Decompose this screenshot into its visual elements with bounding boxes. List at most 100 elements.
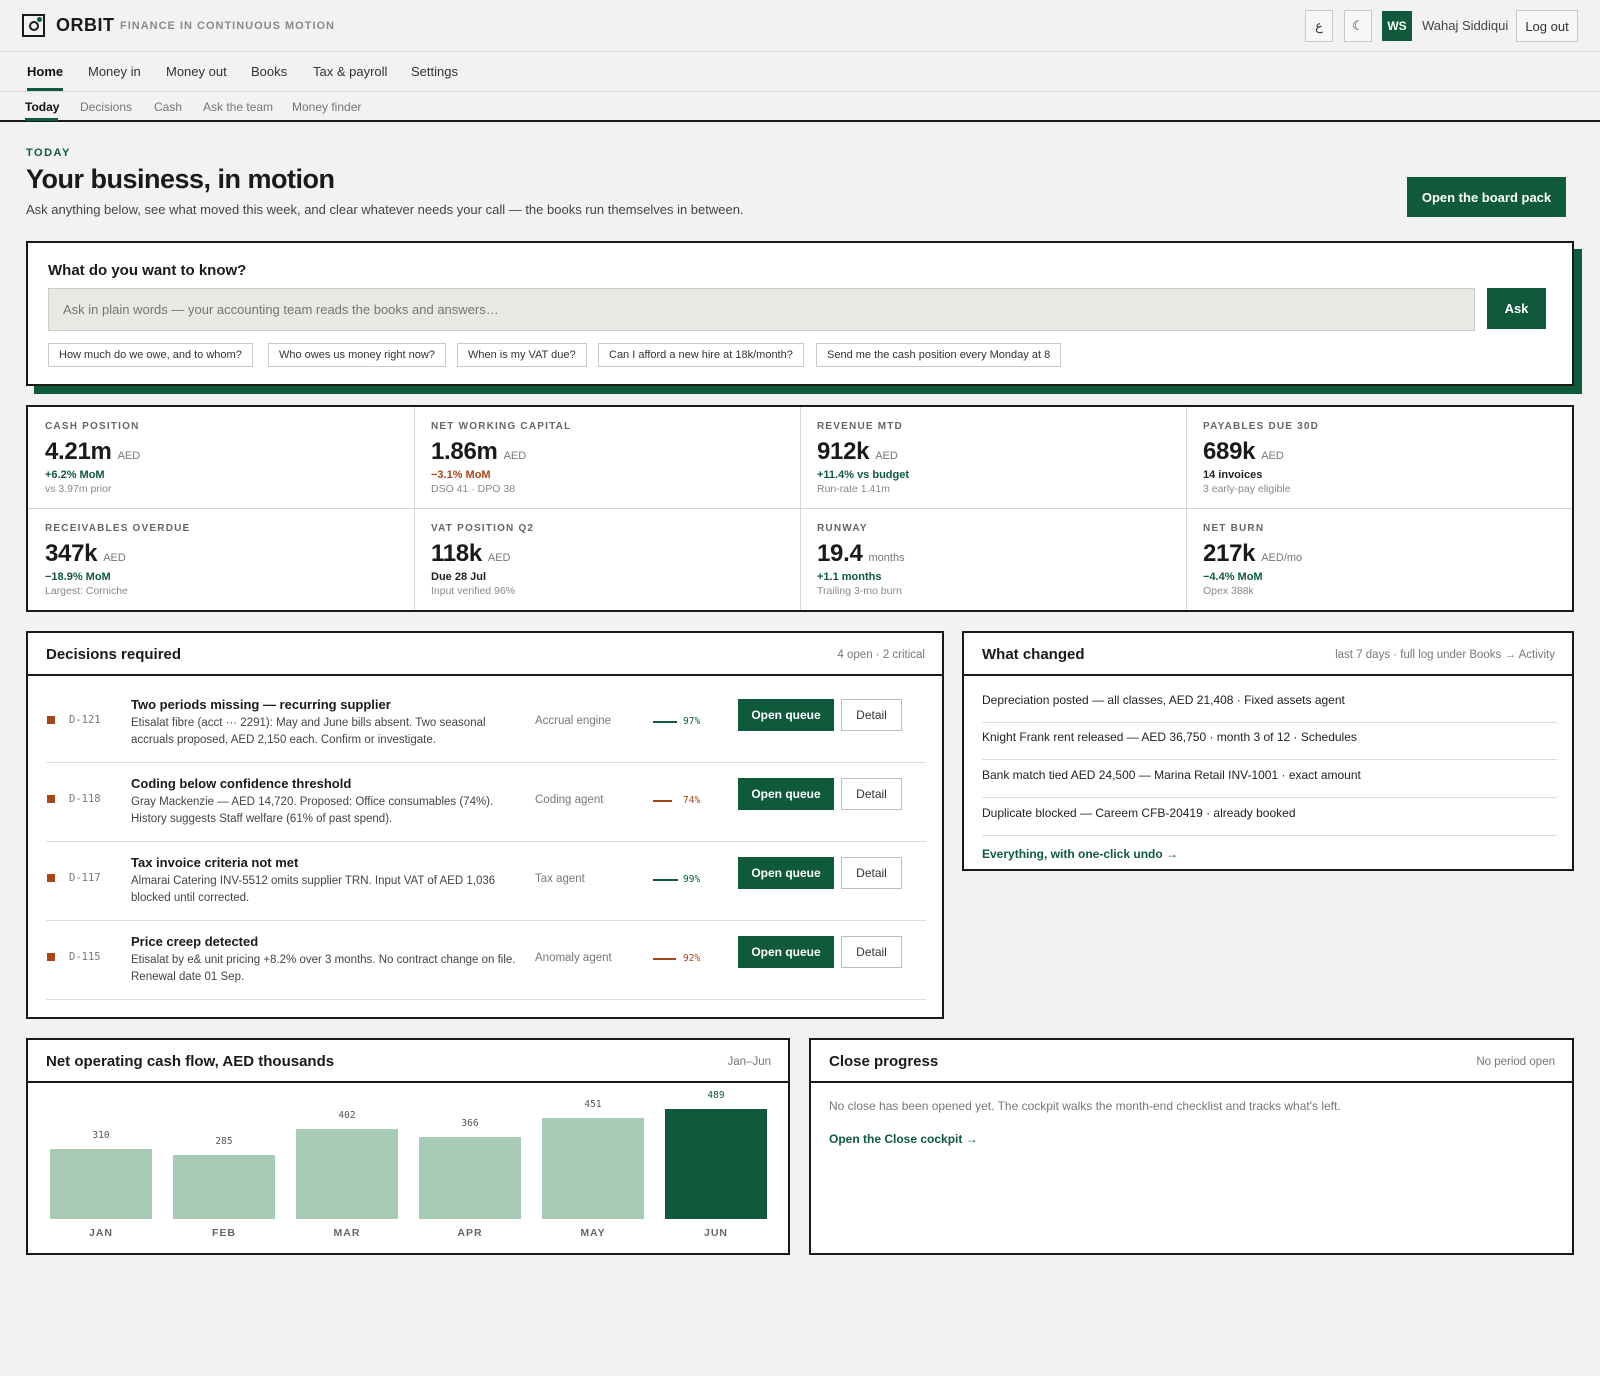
kpi-value: 118k [431,540,482,567]
decision-title: Coding below confidence threshold [131,776,352,791]
kpi-label: RUNWAY [817,523,868,534]
kpi-note: Trailing 3-mo burn [817,585,902,597]
kpi-cash-position[interactable]: CASH POSITION 4.21m AED +6.2% MoM vs 3.97… [28,407,414,508]
chart-bar-mar [296,1129,398,1219]
kpi-note: Largest: Corniche [45,585,128,597]
suggestion-chip[interactable]: How much do we owe, and to whom? [48,343,253,367]
decisions-title: Decisions required [46,646,182,663]
chart-bar-value: 285 [215,1136,233,1147]
suggestion-chip[interactable]: Can I afford a new hire at 18k/month? [598,343,804,367]
kpi-unit: AED [1261,450,1284,462]
what-changed-header: What changed last 7 days · full log unde… [964,633,1572,676]
open-queue-button[interactable]: Open queue [738,857,834,889]
decision-row: D-121 Two periods missing — recurring su… [46,684,926,763]
subnav-item-cash[interactable]: Cash [154,100,182,114]
kpi-value: 912k [817,438,870,465]
confidence-value: 92% [683,953,701,964]
kpi-net-burn[interactable]: NET BURN 217k AED/mo −4.4% MoM Opex 388k [1186,509,1572,610]
kpi-delta: +1.1 months [817,571,882,583]
ask-button[interactable]: Ask [1487,288,1546,329]
nav-item-tax-payroll[interactable]: Tax & payroll [313,64,387,79]
kpi-label: REVENUE MTD [817,421,903,432]
kpi-unit: AED [503,450,527,462]
open-queue-button[interactable]: Open queue [738,778,834,810]
kpi-unit: AED [117,450,141,462]
open-close-cockpit-link[interactable]: Open the Close cockpit → [829,1132,978,1146]
decisions-header: Decisions required 4 open · 2 critical [28,633,942,676]
kpi-value: 4.21m [45,438,112,465]
change-item: Knight Frank rent released — AED 36,750 … [982,722,1557,760]
kpi-grid: CASH POSITION 4.21m AED +6.2% MoM vs 3.97… [26,405,1574,612]
decision-title: Tax invoice criteria not met [131,855,299,870]
subnav-active-indicator [25,118,58,121]
kpi-label: PAYABLES DUE 30D [1203,421,1320,432]
chart-bar-apr [419,1137,521,1219]
confidence-value: 97% [683,716,701,727]
kpi-revenue-mtd[interactable]: REVENUE MTD 912k AED +11.4% vs budget Run… [800,407,1186,508]
top-bar: ORBIT FINANCE IN CONTINUOUS MOTION ع ☾ W… [0,0,1600,52]
open-queue-button[interactable]: Open queue [738,699,834,731]
kpi-label: NET BURN [1203,523,1265,534]
decision-agent: Anomaly agent [535,952,612,964]
ask-input[interactable] [48,288,1475,331]
kpi-unit: AED [103,552,126,564]
kpi-vat-position[interactable]: VAT POSITION Q2 118k AED Due 28 Jul Input… [414,509,800,610]
detail-button[interactable]: Detail [841,699,902,731]
detail-button[interactable]: Detail [841,857,902,889]
chart-bar-value: 451 [584,1099,602,1110]
confidence-bar [653,721,677,723]
subnav-item-ask-the-team[interactable]: Ask the team [203,100,273,114]
decision-agent: Tax agent [535,873,585,885]
suggestion-chip[interactable]: Send me the cash position every Monday a… [816,343,1062,367]
decision-description: Etisalat by e& unit pricing +8.2% over 3… [131,954,516,983]
undo-log-link[interactable]: Everything, with one-click undo → [982,847,1178,861]
nav-item-books[interactable]: Books [251,64,287,79]
decision-row: D-117 Tax invoice criteria not met Almar… [46,842,926,921]
kpi-label: RECEIVABLES OVERDUE [45,523,191,534]
chart-bar-feb [173,1155,275,1219]
kpi-value: 217k [1203,540,1256,567]
page-title: Your business, in motion [26,164,335,194]
kpi-unit: months [868,552,905,564]
brand-tagline: FINANCE IN CONTINUOUS MOTION [120,20,335,32]
cashflow-chart-panel: Net operating cash flow, AED thousands J… [26,1038,790,1255]
critical-marker-icon [47,716,55,724]
critical-marker-icon [47,795,55,803]
cashflow-title: Net operating cash flow, AED thousands [46,1053,335,1070]
open-board-pack-button[interactable]: Open the board pack [1407,177,1566,217]
avatar[interactable]: WS [1382,11,1412,41]
subnav-item-today[interactable]: Today [25,100,59,114]
kpi-runway[interactable]: RUNWAY 19.4 months +1.1 months Trailing 3… [800,509,1186,610]
kpi-net-working-capital[interactable]: NET WORKING CAPITAL 1.86m AED −3.1% MoM D… [414,407,800,508]
main-nav: Home Money in Money out Books Tax & payr… [0,52,1600,92]
logout-button[interactable]: Log out [1516,10,1578,42]
detail-button[interactable]: Detail [841,936,902,968]
close-progress-message: No close has been opened yet. The cockpi… [829,1099,1341,1113]
kpi-value: 19.4 [817,540,863,567]
open-queue-button[interactable]: Open queue [738,936,834,968]
kpi-payables-due[interactable]: PAYABLES DUE 30D 689k AED 14 invoices 3 e… [1186,407,1572,508]
chart-bar-value: 402 [338,1110,356,1121]
what-changed-meta[interactable]: last 7 days · full log under Books → Act… [1335,649,1555,661]
subnav-item-money-finder[interactable]: Money finder [292,100,361,114]
kpi-delta: Due 28 Jul [431,571,487,583]
suggestion-chip[interactable]: When is my VAT due? [457,343,587,367]
kpi-value: 689k [1203,438,1256,465]
what-changed-title: What changed [982,646,1085,663]
decision-id: D-117 [69,872,101,884]
subnav-item-decisions[interactable]: Decisions [80,100,132,114]
detail-button[interactable]: Detail [841,778,902,810]
nav-item-money-out[interactable]: Money out [166,64,227,79]
nav-item-settings[interactable]: Settings [411,64,458,79]
suggestion-chip[interactable]: Who owes us money right now? [268,343,446,367]
cashflow-range: Jan–Jun [727,1056,771,1068]
nav-item-money-in[interactable]: Money in [88,64,141,79]
decision-title: Price creep detected [131,934,259,949]
nav-item-home[interactable]: Home [27,64,63,79]
page-eyebrow: TODAY [26,147,71,159]
language-toggle-button[interactable]: ع [1305,10,1333,42]
decision-id: D-118 [69,793,101,805]
kpi-receivables-overdue[interactable]: RECEIVABLES OVERDUE 347k AED −18.9% MoM L… [28,509,414,610]
what-changed-panel: What changed last 7 days · full log unde… [962,631,1574,871]
theme-toggle-button[interactable]: ☾ [1344,10,1372,42]
